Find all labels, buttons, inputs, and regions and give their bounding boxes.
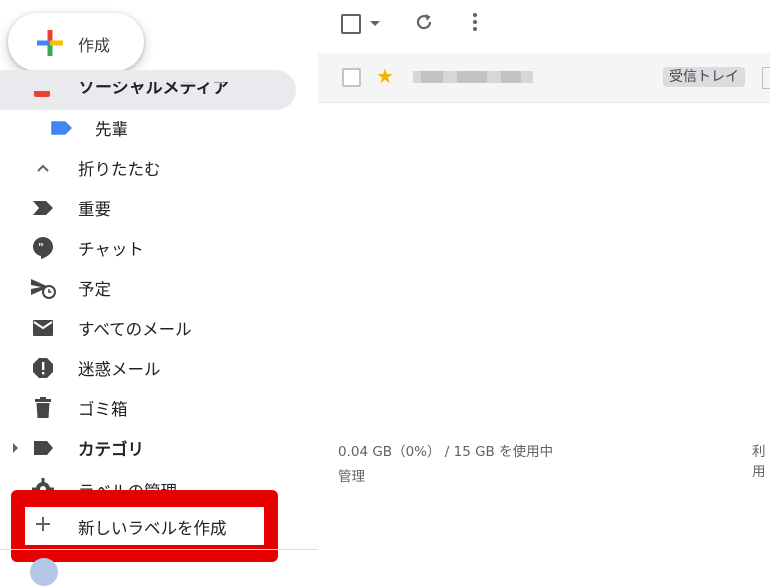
compose-label: 作成: [78, 36, 111, 55]
chevron-up-icon: [30, 155, 56, 181]
sidebar-item-label: ゴミ箱: [78, 400, 128, 419]
sidebar-item-all-mail[interactable]: すべてのメール: [0, 310, 300, 346]
sidebar-item-chat[interactable]: " チャット: [0, 230, 300, 266]
sidebar-item-label: 迷惑メール: [78, 360, 161, 379]
sidebar-item-categories[interactable]: カテゴリ: [0, 430, 300, 466]
sender-redacted: [413, 68, 533, 86]
sidebar-item-spam[interactable]: 迷惑メール: [0, 350, 300, 386]
create-label-text: 新しいラベルを作成: [78, 519, 227, 538]
divider: [0, 549, 318, 550]
more-vert-icon[interactable]: [472, 12, 478, 36]
label-icon: [30, 435, 56, 461]
storage-usage: 0.04 GB（0%） / 15 GB を使用中: [338, 444, 554, 460]
sidebar: 作成 ソーシャルメディア 先輩 折りたたむ 重要 " チャット 予定 すべてのメ…: [0, 0, 318, 586]
email-row[interactable]: ★ 受信トレイ: [318, 53, 770, 103]
sidebar-item-label: 重要: [78, 200, 111, 219]
refresh-icon[interactable]: [414, 12, 434, 36]
footer-right-clipped: 利用: [752, 444, 766, 480]
sidebar-item-label: 予定: [78, 280, 111, 299]
label-red-icon: [34, 91, 50, 97]
plus-icon: [35, 516, 51, 536]
mail-icon: [30, 315, 56, 341]
star-icon[interactable]: ★: [376, 66, 394, 86]
sidebar-item-label: 折りたたむ: [78, 160, 161, 179]
trash-icon: [30, 395, 56, 421]
important-icon: [30, 195, 56, 221]
sidebar-item-label-clipped: ソーシャルメディア: [78, 82, 230, 94]
sidebar-item-scheduled[interactable]: 予定: [0, 270, 300, 306]
sidebar-item-trash[interactable]: ゴミ箱: [0, 390, 300, 426]
sidebar-item-manage-labels[interactable]: ラベルの管理: [0, 470, 300, 492]
sidebar-item-senpai[interactable]: 先輩: [0, 110, 300, 146]
sidebar-item-label: カテゴリ: [78, 440, 144, 459]
sidebar-item-label: 先輩: [95, 120, 128, 139]
label-blue-icon: [48, 115, 74, 141]
sidebar-item-important[interactable]: 重要: [0, 190, 300, 226]
chat-icon: ": [30, 235, 56, 261]
svg-text:": ": [38, 241, 44, 254]
row-edge: [762, 67, 770, 89]
sidebar-item-label: すべてのメール: [78, 320, 192, 339]
toolbar: [318, 0, 770, 50]
avatar[interactable]: [30, 558, 58, 586]
highlight-annotation: 新しいラベルを作成: [11, 490, 278, 562]
sidebar-item-label: チャット: [78, 240, 144, 259]
create-label-button[interactable]: 新しいラベルを作成: [25, 507, 264, 545]
manage-storage-link[interactable]: 管理: [338, 465, 365, 485]
scheduled-icon: [30, 275, 56, 301]
compose-button[interactable]: 作成: [8, 13, 144, 71]
select-dropdown-icon[interactable]: [370, 21, 380, 26]
spam-icon: [30, 355, 56, 381]
sidebar-item-collapse[interactable]: 折りたたむ: [0, 150, 300, 186]
row-checkbox[interactable]: [342, 68, 361, 87]
select-all-checkbox[interactable]: [341, 14, 361, 34]
plus-multicolor-icon: [37, 30, 63, 56]
label-badge[interactable]: 受信トレイ: [663, 67, 745, 87]
